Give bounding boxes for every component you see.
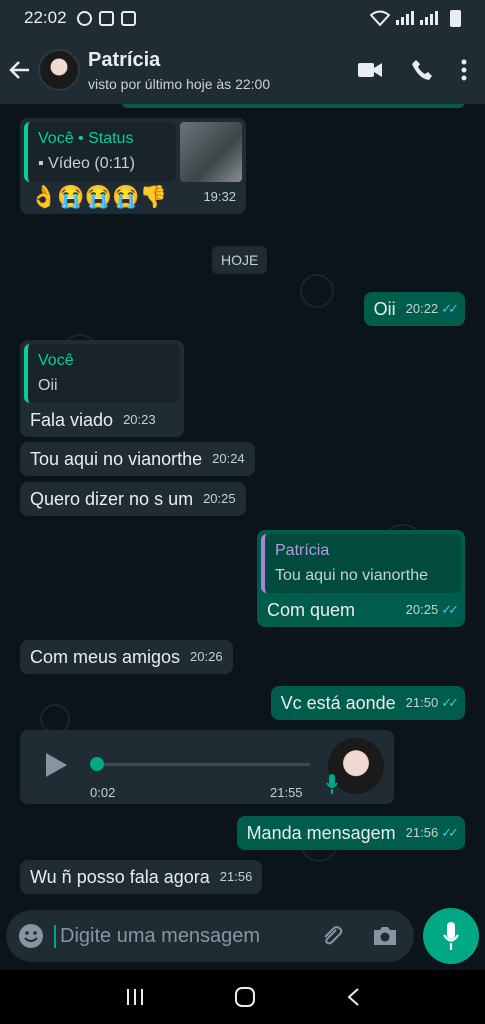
message-text: Tou aqui no vianorthe [30,449,203,469]
composer [0,904,485,970]
quote-text: Oii [38,377,58,394]
read-ticks-icon: ✓✓ [441,602,459,617]
more-icon[interactable] [461,59,467,81]
message-bubble[interactable]: Com meus amigos 20:26 [20,640,233,674]
message-text: Com quem [267,600,356,620]
message-bubble[interactable]: Patrícia Tou aqui no vianorthe Com quem 2… [257,530,465,627]
camera-icon[interactable] [372,925,398,947]
quoted-status[interactable]: Você • Status ▪ Vídeo (0:11) [24,122,176,182]
back-button[interactable] [2,36,38,104]
message-text: Fala viado [30,410,114,430]
wifi-icon [370,10,390,26]
message-time: 21:56 [219,869,253,884]
emoji-icon[interactable] [18,923,44,949]
back-arrow-icon [9,61,29,79]
whatsapp-icon [76,10,92,26]
message-bubble[interactable]: Vc está aonde 21:50 ✓✓ [270,686,465,720]
quote-author: Você • Status [38,130,134,147]
recents-icon[interactable] [125,988,145,1006]
check-icon [120,10,136,26]
contact-name: Patrícia [88,48,161,71]
mic-button[interactable] [423,908,479,964]
message-time: 20:26 [190,649,223,664]
message-time: 21:56 [405,825,439,840]
message-bubble[interactable]: Oii 20:22 ✓✓ [363,292,465,326]
message-text: Oii [373,299,396,319]
message-time: 21:55 [270,785,303,800]
audio-track[interactable] [94,763,310,766]
message-text: Com meus amigos [30,647,181,667]
message-time: 20:24 [212,451,245,466]
quoted-message[interactable]: Você Oii [24,344,180,403]
message-time: 20:25 [203,491,236,506]
avatar[interactable] [38,49,80,91]
quote-author: Você [38,352,74,369]
status-thumbnail[interactable] [180,122,242,182]
contact-info[interactable]: Patrícia visto por último hoje às 22:00 [88,49,270,92]
notification-icon [98,10,114,26]
chat-area[interactable]: Você • Status ▪ Vídeo (0:11) 👌😭😭😭👎 19:32… [0,104,485,904]
mic-icon [326,774,338,794]
message-text: 👌😭😭😭👎 [30,184,167,209]
voice-duration: 0:02 [90,785,116,800]
attach-icon[interactable] [320,924,344,948]
message-bubble[interactable]: Tou aqui no vianorthe 20:24 [20,442,255,476]
message-input-container[interactable] [6,910,414,962]
video-call-icon[interactable] [357,61,383,79]
video-icon: ▪ [38,155,49,172]
date-divider: HOJE [212,246,268,274]
read-ticks-icon: ✓✓ [441,695,459,710]
message-text: Manda mensagem [246,823,396,843]
status-time: 22:02 [24,8,67,27]
battery-icon [450,9,461,27]
phone-icon[interactable] [411,59,433,81]
play-icon[interactable] [44,752,68,778]
quote-text: Vídeo (0:11) [48,155,135,172]
voice-message[interactable]: 0:02 21:55 [20,730,394,804]
status-bar: 22:02 [0,0,485,36]
message-bubble-clipped [121,104,465,108]
message-bubble[interactable]: Você Oii Fala viado 20:23 [20,340,184,437]
message-bubble[interactable]: Você • Status ▪ Vídeo (0:11) 👌😭😭😭👎 19:32 [20,118,246,214]
signal-icon [396,11,414,25]
message-bubble[interactable]: Wu ñ posso fala agora 21:56 [20,860,263,894]
message-time: 21:50 [405,695,439,710]
last-seen-status: visto por último hoje às 22:00 [88,75,271,92]
system-nav-bar [0,970,485,1024]
message-input[interactable] [54,924,304,948]
message-text: Quero dizer no s um [30,489,194,509]
home-icon[interactable] [234,986,256,1008]
nav-back-icon[interactable] [346,987,360,1007]
message-time: 20:23 [123,412,156,427]
message-text: Wu ñ posso fala agora [30,867,210,887]
message-bubble[interactable]: Quero dizer no s um 20:25 [20,482,246,516]
chat-header: Patrícia visto por último hoje às 22:00 [0,36,485,104]
quote-author: Patrícia [275,542,330,559]
audio-progress-knob[interactable] [90,757,104,771]
quote-text: Tou aqui no vianorthe [275,567,428,584]
message-text: Vc está aonde [280,693,396,713]
read-ticks-icon: ✓✓ [441,825,459,840]
mic-icon [443,922,459,950]
quoted-message[interactable]: Patrícia Tou aqui no vianorthe [261,534,461,593]
message-time: 20:22 [405,301,439,316]
signal-icon [420,11,438,25]
message-time: 19:32 [203,189,236,204]
message-bubble[interactable]: Manda mensagem 21:56 ✓✓ [236,816,465,850]
read-ticks-icon: ✓✓ [441,301,459,316]
message-time: 20:25 [405,602,439,617]
